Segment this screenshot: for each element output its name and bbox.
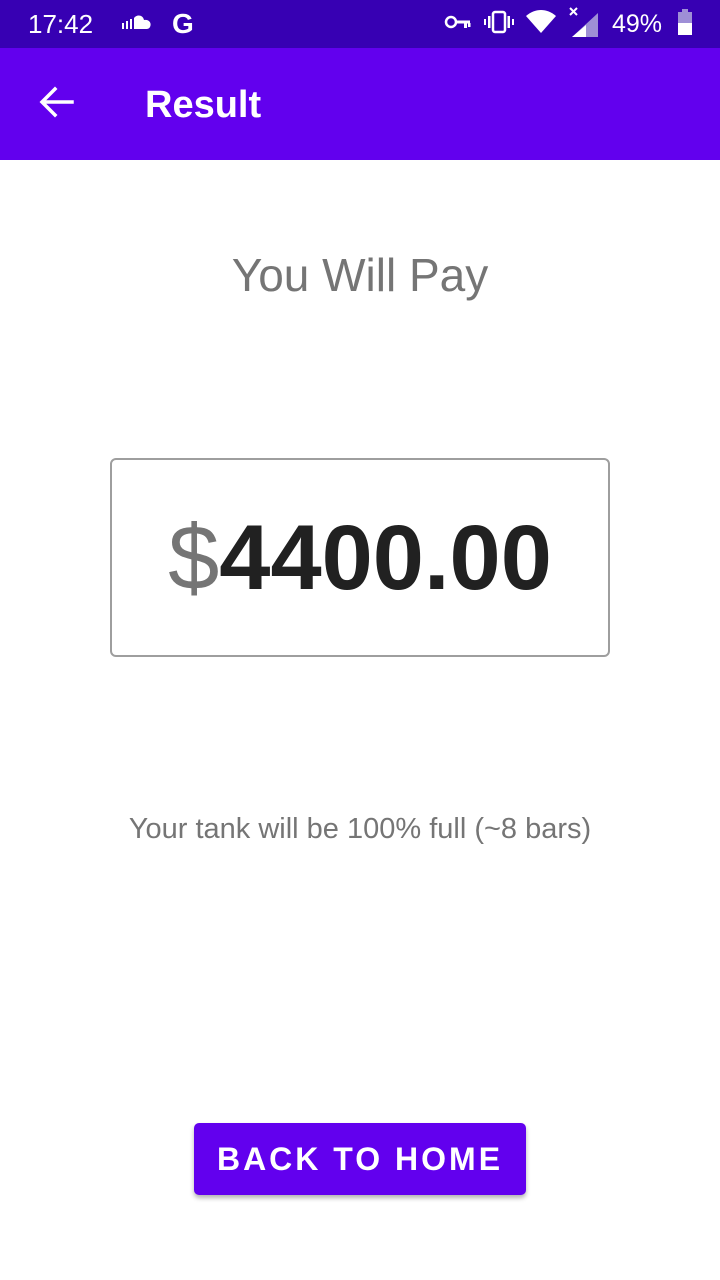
- page-title: Result: [145, 84, 262, 126]
- battery-icon: [678, 8, 692, 40]
- battery-percentage: 49%: [611, 10, 662, 38]
- status-left-icons: G: [122, 8, 194, 40]
- status-right-icons: 49%: [444, 6, 692, 42]
- status-bar: 17:42 G 49%: [0, 0, 720, 48]
- arrow-back-icon: [38, 84, 74, 125]
- result-screen: 17:42 G 49% Result You Will Pay $ 4400.0…: [0, 0, 720, 1280]
- wifi-icon: [525, 9, 556, 39]
- signal-icon: [568, 6, 600, 42]
- back-to-home-button[interactable]: BACK TO HOME: [194, 1123, 526, 1195]
- vibrate-icon: [483, 10, 514, 39]
- tank-status-text: Your tank will be 100% full (~8 bars): [128, 813, 592, 845]
- vpn-key-icon: [444, 14, 472, 35]
- currency-symbol: $: [168, 506, 220, 609]
- google-icon: G: [172, 8, 194, 39]
- amount-value: 4400.00: [219, 506, 552, 609]
- back-button[interactable]: [28, 76, 84, 132]
- amount-card: $ 4400.00: [110, 458, 610, 657]
- status-time: 17:42: [28, 9, 94, 39]
- soundcloud-icon: [122, 14, 152, 35]
- pay-heading: You Will Pay: [231, 249, 489, 301]
- app-bar: Result: [0, 48, 720, 160]
